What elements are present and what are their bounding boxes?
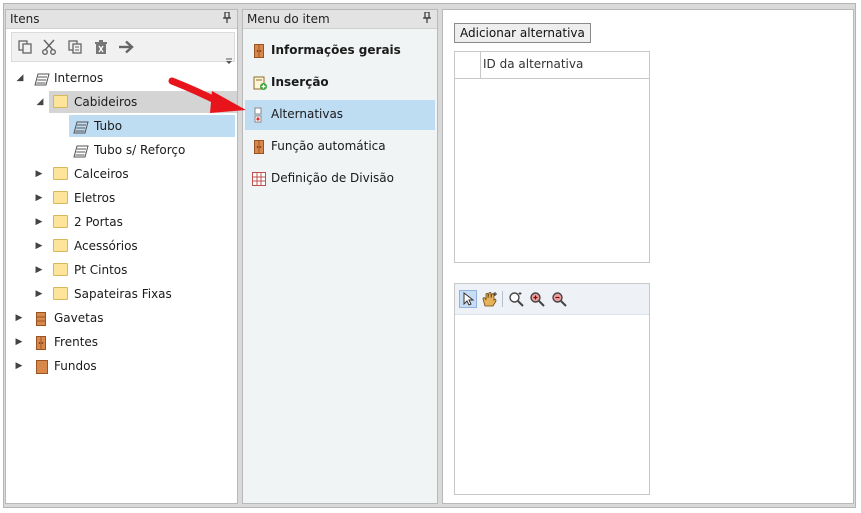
expand-icon[interactable]: ▶ — [34, 163, 44, 185]
door-icon — [254, 140, 264, 154]
door-icon — [36, 335, 46, 350]
tree-node-sapateiras-fixas[interactable]: ▶ Sapateiras Fixas — [32, 283, 232, 305]
tree-node-label: 2 Portas — [74, 215, 123, 229]
grid-row-header-cell — [455, 52, 481, 78]
folder-icon — [53, 239, 68, 252]
grid-header: ID da alternativa — [455, 52, 650, 79]
tree-node-label: Tubo s/ Reforço — [94, 143, 186, 157]
menu-item-informacoes-gerais[interactable]: Informações gerais — [245, 36, 435, 66]
annotation-arrow-icon — [168, 77, 246, 113]
insert-icon — [252, 75, 268, 91]
tree-node-label: Pt Cintos — [74, 263, 128, 277]
app-window: Itens ◢ Internos ◢ Cabideiros Tubo Tubo … — [3, 3, 856, 508]
tree-node-label: Eletros — [74, 191, 116, 205]
tree-node-2-portas[interactable]: ▶ 2 Portas — [32, 211, 232, 233]
menu-item-alternativas[interactable]: Alternativas — [245, 100, 435, 130]
menu-item-insercao[interactable]: Inserção — [245, 68, 435, 98]
tree-node-frentes[interactable]: ▶ Frentes — [12, 331, 232, 353]
pin-icon[interactable] — [423, 11, 431, 26]
pan-hand-icon[interactable] — [481, 290, 499, 308]
folder-icon — [53, 191, 68, 204]
folder-icon — [53, 95, 68, 108]
menu-item-label: Função automática — [271, 139, 386, 153]
add-alternative-button[interactable]: Adicionar alternativa — [454, 23, 591, 43]
item-template-icon — [73, 119, 89, 134]
zoom-in-icon[interactable] — [528, 290, 546, 308]
viewer-toolbar — [455, 284, 649, 315]
panel-back-icon — [36, 359, 48, 374]
alternatives-grid[interactable]: ID da alternativa — [454, 51, 650, 263]
expand-icon[interactable]: ▶ — [14, 355, 24, 377]
tree-node-tubo[interactable]: Tubo — [69, 115, 235, 137]
pointer-icon[interactable] — [459, 290, 477, 308]
collapse-icon[interactable]: ◢ — [35, 91, 45, 113]
collapse-icon[interactable]: ◢ — [15, 67, 25, 89]
alternatives-icon — [254, 107, 262, 123]
zoom-fit-icon[interactable] — [507, 290, 525, 308]
folder-icon — [53, 263, 68, 276]
tree-node-label: Fundos — [54, 359, 97, 373]
item-template-icon — [73, 143, 89, 158]
alternative-id-column-header[interactable]: ID da alternativa — [483, 57, 583, 71]
grid-icon — [252, 172, 266, 186]
menu-item-label: Inserção — [271, 75, 329, 89]
tree-node-label: Sapateiras Fixas — [74, 287, 172, 301]
tree-node-pt-cintos[interactable]: ▶ Pt Cintos — [32, 259, 232, 281]
tree-node-gavetas[interactable]: ▶ Gavetas — [12, 307, 232, 329]
menu-item-definicao-divisao[interactable]: Definição de Divisão — [245, 164, 435, 194]
menu-item-label: Alternativas — [271, 107, 344, 121]
expand-icon[interactable]: ▶ — [34, 211, 44, 233]
tree-node-acessorios[interactable]: ▶ Acessórios — [32, 235, 232, 257]
item-menu-panel-header: Menu do item — [243, 10, 437, 29]
tree-node-label: Internos — [54, 71, 104, 85]
folder-icon — [53, 287, 68, 300]
menu-item-label: Informações gerais — [271, 43, 401, 57]
preview-viewer[interactable] — [454, 283, 650, 495]
item-menu-panel: Menu do item Informações gerais Inserção… — [242, 9, 438, 504]
zoom-out-icon[interactable] — [550, 290, 568, 308]
tree-node-label: Frentes — [54, 335, 99, 349]
expand-icon[interactable]: ▶ — [34, 235, 44, 257]
expand-icon[interactable]: ▶ — [34, 187, 44, 209]
tree-node-label: Cabideiros — [74, 95, 138, 109]
door-icon — [254, 44, 264, 58]
tree-node-eletros[interactable]: ▶ Eletros — [32, 187, 232, 209]
item-menu-panel-title: Menu do item — [247, 12, 330, 26]
tree-node-label: Calceiros — [74, 167, 129, 181]
expand-icon[interactable]: ▶ — [34, 283, 44, 305]
folder-icon — [53, 215, 68, 228]
tree-node-label: Tubo — [94, 119, 123, 133]
drawer-icon — [36, 311, 46, 326]
expand-icon[interactable]: ▶ — [34, 259, 44, 281]
alternatives-panel: Adicionar alternativa ID da alternativa — [442, 9, 854, 504]
expand-icon[interactable]: ▶ — [14, 307, 24, 329]
tree-node-fundos[interactable]: ▶ Fundos — [12, 355, 232, 377]
item-template-icon — [34, 71, 50, 86]
tree-node-calceiros[interactable]: ▶ Calceiros — [32, 163, 232, 185]
expand-icon[interactable]: ▶ — [14, 331, 24, 353]
menu-item-label: Definição de Divisão — [271, 171, 394, 185]
toolbar-separator — [502, 291, 503, 307]
menu-item-funcao-automatica[interactable]: Função automática — [245, 132, 435, 162]
tree-node-label: Gavetas — [54, 311, 104, 325]
folder-icon — [53, 167, 68, 180]
tree-node-label: Acessórios — [74, 239, 138, 253]
tree-node-tubo-reforco[interactable]: Tubo s/ Reforço — [69, 139, 235, 161]
